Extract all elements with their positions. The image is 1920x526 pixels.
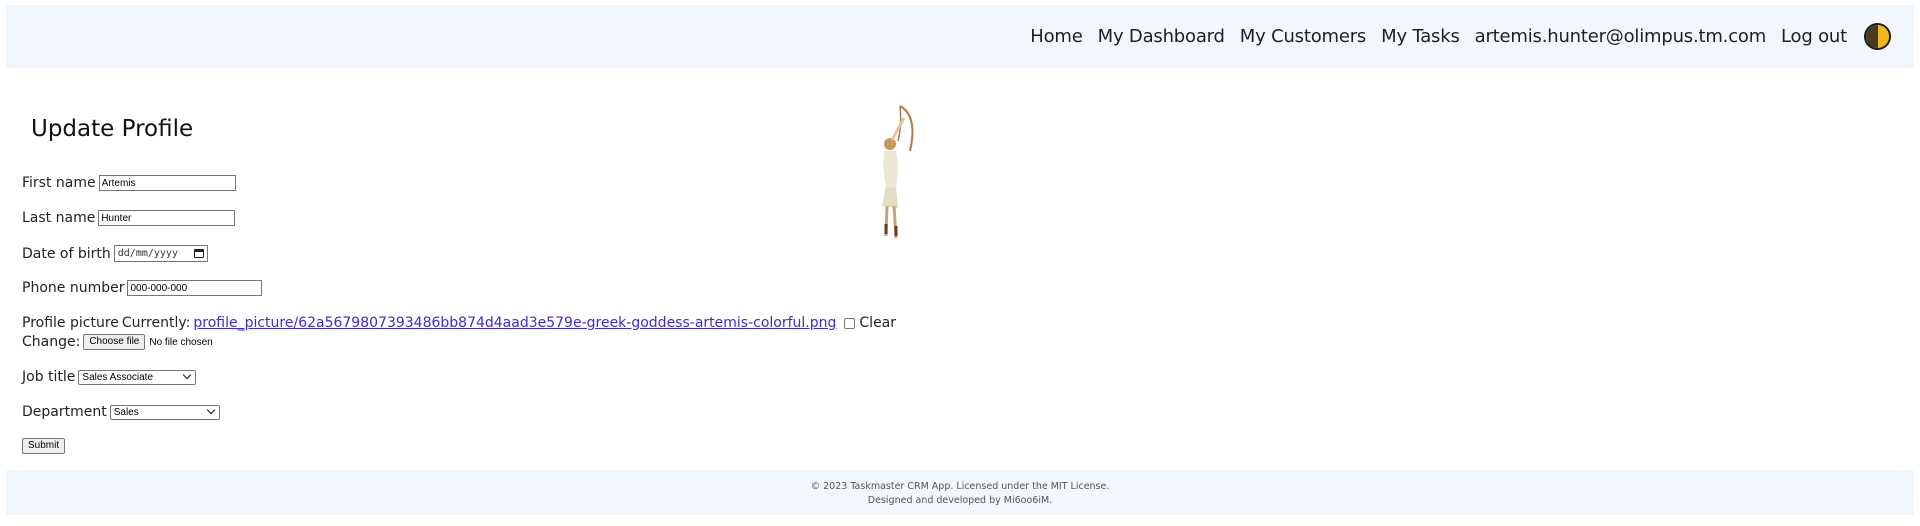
job-title-row: Job title Sales Associate [22, 369, 197, 385]
dob-label: Date of birth [22, 245, 111, 262]
job-title-value: Sales Associate [82, 371, 154, 383]
picture-change-row: Change: Choose file No file chosen [22, 334, 213, 350]
footer-copyright: © 2023 Taskmaster CRM App. Licensed unde… [810, 481, 1110, 492]
picture-currently-label: Currently: [121, 315, 191, 331]
chevron-down-icon [183, 370, 192, 380]
calendar-icon[interactable] [193, 249, 204, 258]
dob-input[interactable]: dd/mm/yyyy [113, 245, 208, 262]
phone-row: Phone number [22, 280, 263, 296]
clear-picture-checkbox[interactable] [844, 317, 856, 329]
footer-credits: Designed and developed by Mi6oo6iM. [867, 495, 1053, 506]
job-title-label: Job title [22, 369, 76, 385]
submit-button[interactable]: Submit [22, 438, 66, 454]
theme-toggle-icon[interactable] [1864, 23, 1891, 50]
picture-change-label: Change: [22, 334, 81, 350]
last-name-row: Last name [22, 210, 236, 226]
nav-dashboard-link[interactable]: My Dashboard [1098, 26, 1225, 47]
profile-content: Update Profile First name Last name Date… [0, 68, 1920, 468]
choose-file-button[interactable]: Choose file [83, 334, 146, 350]
dob-placeholder: dd/mm/yyyy [117, 248, 178, 259]
nav-home-link[interactable]: Home [1030, 26, 1083, 47]
page-title: Update Profile [31, 116, 194, 142]
current-picture-link[interactable]: profile_picture/62a5679807393486bb874d4a… [193, 315, 836, 331]
page-footer: © 2023 Taskmaster CRM App. Licensed unde… [6, 470, 1914, 515]
last-name-label: Last name [22, 210, 96, 226]
theme-toggle-dark-half [1866, 25, 1878, 48]
first-name-input[interactable] [98, 175, 236, 191]
artemis-figure-image [882, 105, 914, 239]
job-title-select[interactable]: Sales Associate [78, 369, 197, 385]
phone-label: Phone number [22, 280, 125, 296]
nav-user-email-link[interactable]: artemis.hunter@olimpus.tm.com [1475, 26, 1767, 47]
department-select[interactable]: Sales [109, 404, 220, 420]
no-file-chosen-text: No file chosen [149, 336, 213, 348]
department-label: Department [22, 404, 107, 420]
last-name-input[interactable] [98, 210, 236, 226]
picture-row: Profile picture Currently: profile_pictu… [22, 315, 896, 331]
first-name-label: First name [22, 175, 96, 191]
nav-customers-link[interactable]: My Customers [1240, 26, 1367, 47]
first-name-row: First name [22, 175, 236, 191]
theme-toggle-light-half [1877, 25, 1889, 48]
dob-row: Date of birth dd/mm/yyyy [22, 245, 208, 262]
nav-logout-link[interactable]: Log out [1781, 26, 1847, 47]
nav-tasks-link[interactable]: My Tasks [1381, 26, 1460, 47]
top-navbar: Home My Dashboard My Customers My Tasks … [6, 5, 1914, 68]
picture-label: Profile picture [22, 315, 119, 331]
department-value: Sales [113, 406, 139, 418]
phone-input[interactable] [127, 280, 263, 296]
submit-row: Submit [22, 438, 66, 454]
department-row: Department Sales [22, 404, 220, 420]
chevron-down-icon [206, 405, 215, 415]
clear-picture-label: Clear [859, 315, 897, 331]
